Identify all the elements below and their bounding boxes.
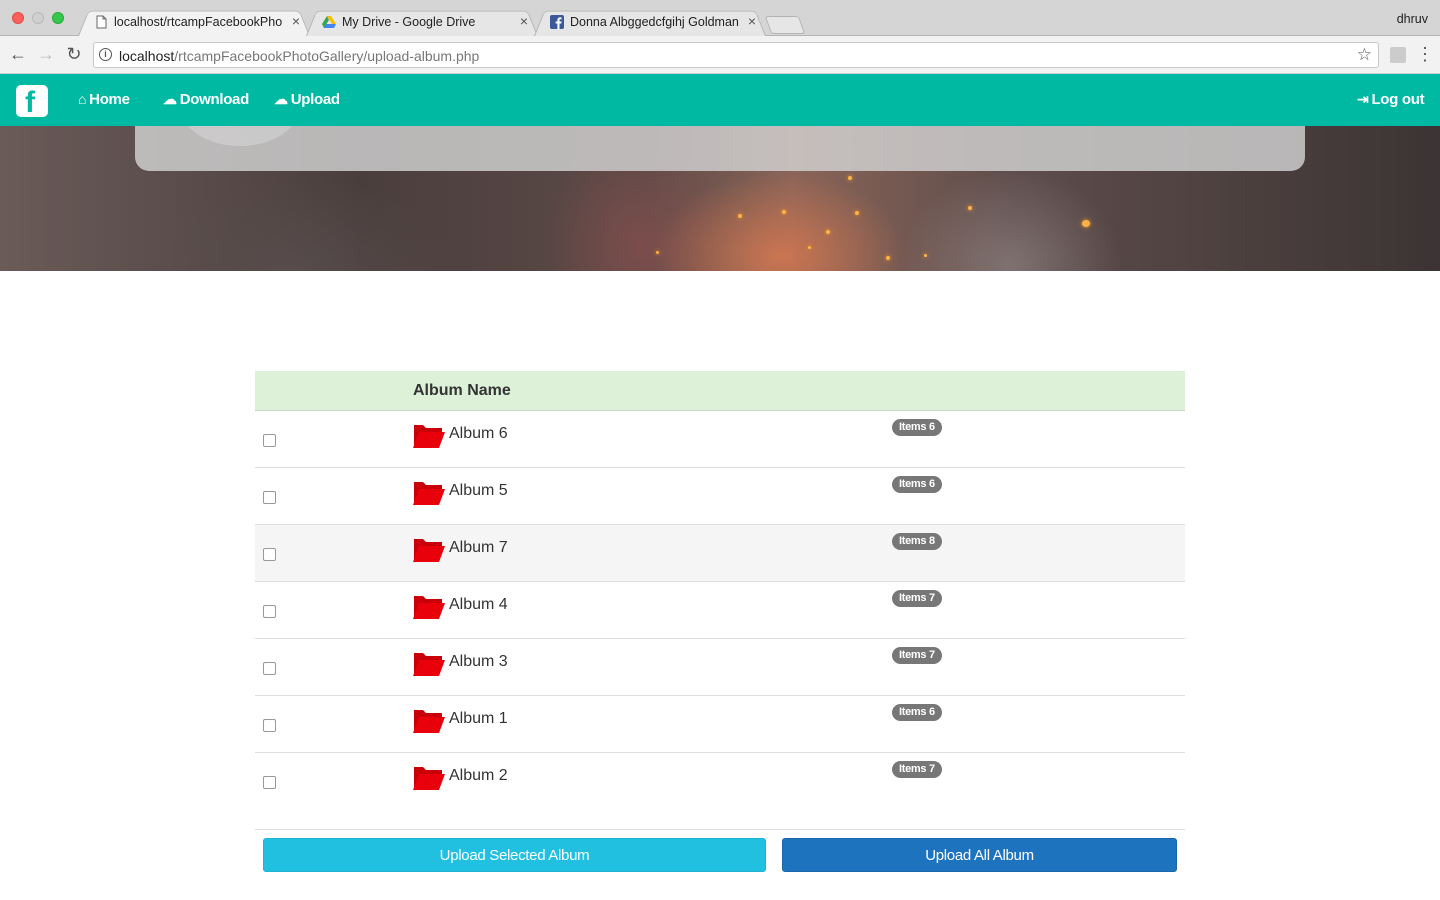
table-row: Album 1 Items 6 [255, 696, 1185, 753]
browser-menu-icon[interactable]: ⋮ [1416, 44, 1434, 64]
tab-title: My Drive - Google Drive [342, 15, 476, 29]
cloud-upload-icon: ☁ [274, 91, 288, 107]
url-text: localhost/rtcampFacebookPhotoGallery/upl… [119, 48, 479, 64]
table-header: Album Name [255, 371, 1185, 411]
album-name[interactable]: Album 6 [449, 425, 508, 443]
folder-open-icon [413, 596, 445, 619]
spark [886, 256, 890, 260]
url-input[interactable]: i localhost/rtcampFacebookPhotoGallery/u… [93, 42, 1379, 68]
browser-tab-strip: localhost/rtcampFacebookPho × My Drive -… [0, 0, 1440, 36]
tab-title: Donna Albggedcfgihj Goldman [570, 15, 739, 29]
tab-close-icon[interactable]: × [292, 13, 300, 29]
back-arrow-icon[interactable]: ← [8, 44, 28, 65]
tab-close-icon[interactable]: × [520, 13, 528, 29]
album-name[interactable]: Album 3 [449, 653, 508, 671]
spark [968, 206, 972, 210]
items-count-badge: Items 6 [892, 704, 942, 721]
google-drive-icon [322, 16, 336, 28]
album-table: Album Name Album 6 Items 6 Album 5 Items… [255, 371, 1185, 830]
spark [738, 214, 742, 218]
album-name[interactable]: Album 7 [449, 539, 508, 557]
info-icon[interactable]: i [99, 48, 112, 61]
table-footer-divider [255, 809, 1185, 830]
maximize-window-button[interactable] [52, 12, 64, 24]
folder-open-icon [413, 710, 445, 733]
album-name[interactable]: Album 4 [449, 596, 508, 614]
album-name[interactable]: Album 5 [449, 482, 508, 500]
spark [855, 211, 859, 215]
reload-icon[interactable]: ↻ [64, 44, 84, 65]
address-bar: ← → ↻ i localhost/rtcampFacebookPhotoGal… [0, 36, 1440, 74]
hero-banner-image [0, 126, 1440, 271]
url-path: /rtcampFacebookPhotoGallery/upload-album… [174, 48, 480, 64]
folder-open-icon [413, 767, 445, 790]
album-checkbox[interactable] [263, 548, 276, 561]
table-row: Album 4 Items 7 [255, 582, 1185, 639]
spark [1082, 220, 1090, 227]
items-count-badge: Items 6 [892, 419, 942, 436]
album-checkbox[interactable] [263, 776, 276, 789]
album-name[interactable]: Album 1 [449, 710, 508, 728]
folder-open-icon [413, 653, 445, 676]
minimize-window-button[interactable] [32, 12, 44, 24]
table-row: Album 3 Items 7 [255, 639, 1185, 696]
browser-tab-google-drive[interactable]: My Drive - Google Drive × [306, 8, 538, 36]
album-name-header: Album Name [413, 382, 511, 399]
hero-overlay-panel [135, 126, 1305, 171]
extension-icon[interactable] [1390, 47, 1406, 63]
logout-link[interactable]: ⇥ Log out [1357, 91, 1425, 108]
nav-home-link[interactable]: ⌂ Home [78, 91, 130, 108]
spark [808, 246, 811, 249]
folder-open-icon [413, 425, 445, 448]
nav-upload-label: Upload [290, 91, 340, 108]
profile-name[interactable]: dhruv [1397, 12, 1428, 26]
logout-icon: ⇥ [1357, 91, 1369, 107]
forward-arrow-icon[interactable]: → [36, 44, 56, 65]
spark [656, 251, 659, 254]
upload-all-album-button[interactable]: Upload All Album [782, 838, 1177, 872]
table-row: Album 6 Items 6 [255, 411, 1185, 468]
album-checkbox[interactable] [263, 434, 276, 447]
browser-tab-upload-album[interactable]: localhost/rtcampFacebookPho × [78, 8, 310, 36]
upload-selected-album-button[interactable]: Upload Selected Album [263, 838, 766, 872]
new-tab-button[interactable] [764, 16, 806, 34]
folder-open-icon [413, 482, 445, 505]
spark [782, 210, 786, 214]
cloud-download-icon: ☁ [163, 91, 177, 107]
table-row: Album 7 Items 8 [255, 525, 1185, 582]
items-count-badge: Items 7 [892, 647, 942, 664]
page-icon [96, 15, 107, 29]
album-checkbox[interactable] [263, 605, 276, 618]
items-count-badge: Items 6 [892, 476, 942, 493]
bookmark-star-icon[interactable]: ☆ [1357, 45, 1372, 65]
table-row: Album 2 Items 7 [255, 753, 1185, 809]
home-icon: ⌂ [78, 91, 87, 107]
nav-home-label: Home [89, 91, 130, 108]
facebook-logo-icon[interactable]: f [16, 85, 48, 119]
browser-tab-facebook[interactable]: Donna Albggedcfgihj Goldman × [534, 8, 766, 36]
logout-label: Log out [1371, 91, 1425, 108]
album-checkbox[interactable] [263, 491, 276, 504]
nav-upload-link[interactable]: ☁ Upload [274, 91, 340, 108]
items-count-badge: Items 7 [892, 590, 942, 607]
spark [826, 230, 830, 234]
tab-close-icon[interactable]: × [748, 13, 756, 29]
tab-title: localhost/rtcampFacebookPho [114, 15, 283, 29]
spark [848, 176, 852, 180]
album-checkbox[interactable] [263, 719, 276, 732]
items-count-badge: Items 7 [892, 761, 942, 778]
album-name[interactable]: Album 2 [449, 767, 508, 785]
nav-download-label: Download [179, 91, 250, 108]
site-navbar: f ⌂ Home ☁ Download ☁ Upload ⇥ Log out [0, 74, 1440, 126]
facebook-icon [550, 15, 564, 29]
spark [924, 254, 927, 257]
close-window-button[interactable] [12, 12, 24, 24]
album-checkbox[interactable] [263, 662, 276, 675]
url-host: localhost [119, 48, 175, 64]
folder-open-icon [413, 539, 445, 562]
table-row: Album 5 Items 6 [255, 468, 1185, 525]
items-count-badge: Items 8 [892, 533, 942, 550]
nav-download-link[interactable]: ☁ Download [163, 91, 249, 108]
